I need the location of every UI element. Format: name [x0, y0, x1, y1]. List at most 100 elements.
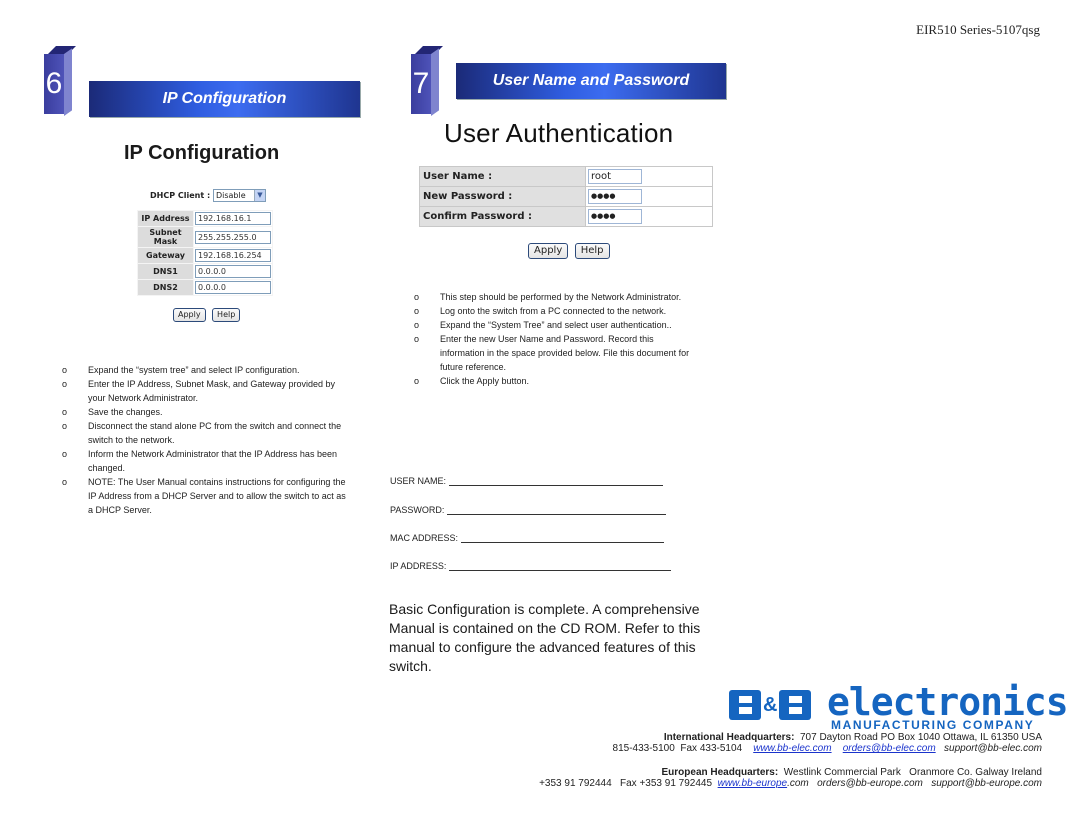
auth-form-buttons: Apply Help	[527, 240, 611, 259]
bullet-icon: o	[62, 379, 68, 389]
block-side	[64, 48, 72, 116]
intl-orders-link[interactable]: orders@bb-elec.com	[843, 743, 936, 754]
confirm-password-input[interactable]: ●●●●	[588, 209, 642, 224]
record-blank-line[interactable]	[446, 505, 666, 515]
ip-configuration-form: IP Address 192.168.16.1 Subnet Mask 255.…	[137, 210, 273, 296]
intl-label: International Headquarters:	[663, 732, 795, 743]
field-label: Gateway	[137, 247, 194, 264]
dhcp-client-label: DHCP Client :	[150, 191, 211, 200]
international-headquarters: International Headquarters: 707 Dayton R…	[613, 732, 1042, 754]
apply-button[interactable]: Apply	[173, 308, 206, 322]
bullet-icon: o	[414, 306, 420, 316]
field-label: New Password :	[419, 186, 586, 207]
record-label: MAC ADDRESS:	[390, 533, 459, 543]
apply-button[interactable]: Apply	[528, 243, 569, 259]
ip-address-input[interactable]: 192.168.16.1	[195, 212, 271, 225]
record-ip-address: IP ADDRESS:	[390, 561, 671, 571]
completion-summary: Basic Configuration is complete. A compr…	[389, 601, 701, 674]
dns2-input[interactable]: 0.0.0.0	[195, 281, 271, 294]
intl-web-link[interactable]: www.bb-elec.com	[753, 743, 831, 754]
field-label: IP Address	[137, 210, 194, 227]
list-item: o Enter the new User Name and Password. R…	[414, 334, 690, 372]
list-item: o Save the changes.	[62, 407, 163, 417]
record-blank-line[interactable]	[448, 476, 663, 486]
record-password: PASSWORD:	[390, 505, 666, 515]
field-label: User Name :	[419, 166, 586, 187]
field-label: Subnet Mask	[137, 226, 194, 248]
bullet-icon: o	[414, 376, 420, 386]
field-label: DNS1	[137, 263, 194, 280]
logo-b-icon	[779, 690, 812, 720]
euro-orders-email: orders@bb-europe.com	[817, 778, 923, 789]
euro-support-email: support@bb-europe.com	[931, 778, 1042, 789]
logo-b-icon	[729, 690, 761, 720]
euro-fax: Fax +353 91 792445	[620, 778, 713, 789]
ip-form-buttons: Apply Help	[172, 304, 241, 322]
user-name-input[interactable]: root	[588, 169, 642, 184]
dhcp-client-select[interactable]: Disable ▼	[212, 189, 266, 202]
euro-address: Westlink Commercial Park Oranmore Co. Ga…	[783, 767, 1042, 778]
bullet-icon: o	[62, 477, 68, 487]
intl-support-email: support@bb-elec.com	[944, 743, 1042, 754]
step-number: 7	[411, 54, 431, 114]
record-label: USER NAME:	[390, 476, 447, 486]
section-banner-ip-configuration: IP Configuration	[89, 81, 360, 117]
form-row-dns2: DNS2 0.0.0.0	[137, 279, 273, 296]
european-headquarters: European Headquarters: Westlink Commerci…	[539, 767, 1042, 789]
subnet-mask-input[interactable]: 255.255.255.0	[195, 230, 271, 244]
list-item: o NOTE: The User Manual contains instruct…	[62, 477, 346, 515]
bullet-icon: o	[414, 334, 420, 344]
list-item: o Log onto the switch from a PC connected…	[414, 306, 667, 316]
step-number: 6	[44, 54, 64, 114]
bullet-icon: o	[62, 449, 68, 459]
chevron-down-icon: ▼	[253, 190, 265, 201]
list-item: o Click the Apply button.	[414, 376, 530, 386]
record-user-name: USER NAME:	[390, 476, 663, 486]
intl-phone: 815-433-5100	[612, 743, 675, 754]
list-item: o Expand the “system tree” and select IP …	[62, 365, 300, 375]
bullet-icon: o	[62, 407, 68, 417]
intl-fax: Fax 433-5104	[680, 743, 743, 754]
euro-phone: +353 91 792444	[539, 778, 612, 789]
block-side	[431, 48, 439, 116]
bb-electronics-logo: & electronics MANUFACTURING COMPANY	[729, 682, 1069, 734]
help-button[interactable]: Help	[574, 243, 610, 259]
step-number-block-7: 7	[411, 46, 443, 116]
euro-label: European Headquarters:	[661, 767, 779, 778]
dns1-input[interactable]: 0.0.0.0	[195, 265, 271, 278]
step-number-block-6: 6	[44, 46, 76, 116]
logo-wordmark: electronics	[827, 680, 1069, 724]
intl-contact-line: 815-433-5100 Fax 433-5104 www.bb-elec.co…	[613, 743, 1042, 754]
dhcp-client-row: DHCP Client : Disable ▼	[150, 189, 266, 202]
page-title-ip-configuration: IP Configuration	[124, 142, 280, 164]
euro-contact-line: +353 91 792444 Fax +353 91 792445 www.bb…	[539, 778, 1042, 789]
bullet-icon: o	[62, 421, 68, 431]
record-mac-address: MAC ADDRESS:	[390, 533, 664, 543]
new-password-input[interactable]: ●●●●	[588, 189, 642, 204]
list-item: o Expand the “System Tree” and select use…	[414, 320, 672, 330]
form-row-user-name: User Name : root	[419, 166, 713, 187]
field-label: DNS2	[137, 279, 194, 296]
help-button[interactable]: Help	[212, 308, 241, 322]
record-label: IP ADDRESS:	[390, 561, 447, 571]
euro-web-suffix: .com	[787, 778, 809, 789]
euro-web-link[interactable]: www.bb-europe	[718, 778, 787, 789]
user-authentication-form: User Name : root New Password : ●●●● Con…	[419, 166, 713, 227]
document-id: EIR510 Series-5107qsg	[916, 22, 1040, 37]
list-item: o Disconnect the stand alone PC from the …	[62, 421, 342, 445]
record-blank-line[interactable]	[460, 533, 664, 543]
logo-subtitle: MANUFACTURING COMPANY	[831, 718, 1035, 732]
ip-configuration-steps: o Expand the “system tree” and select IP …	[62, 363, 352, 517]
gateway-input[interactable]: 192.168.16.254	[195, 249, 271, 262]
form-row-ip-address: IP Address 192.168.16.1	[137, 210, 273, 227]
bullet-icon: o	[414, 320, 420, 330]
form-row-gateway: Gateway 192.168.16.254	[137, 247, 273, 264]
field-label: Confirm Password :	[419, 206, 586, 227]
record-blank-line[interactable]	[448, 561, 671, 571]
form-row-dns1: DNS1 0.0.0.0	[137, 263, 273, 280]
intl-address-line: International Headquarters: 707 Dayton R…	[613, 732, 1042, 743]
intl-address: 707 Dayton Road PO Box 1040 Ottawa, IL 6…	[799, 732, 1042, 743]
list-item: o This step should be performed by the Ne…	[414, 292, 682, 302]
form-row-confirm-password: Confirm Password : ●●●●	[419, 206, 713, 227]
logo-ampersand: &	[763, 694, 778, 716]
